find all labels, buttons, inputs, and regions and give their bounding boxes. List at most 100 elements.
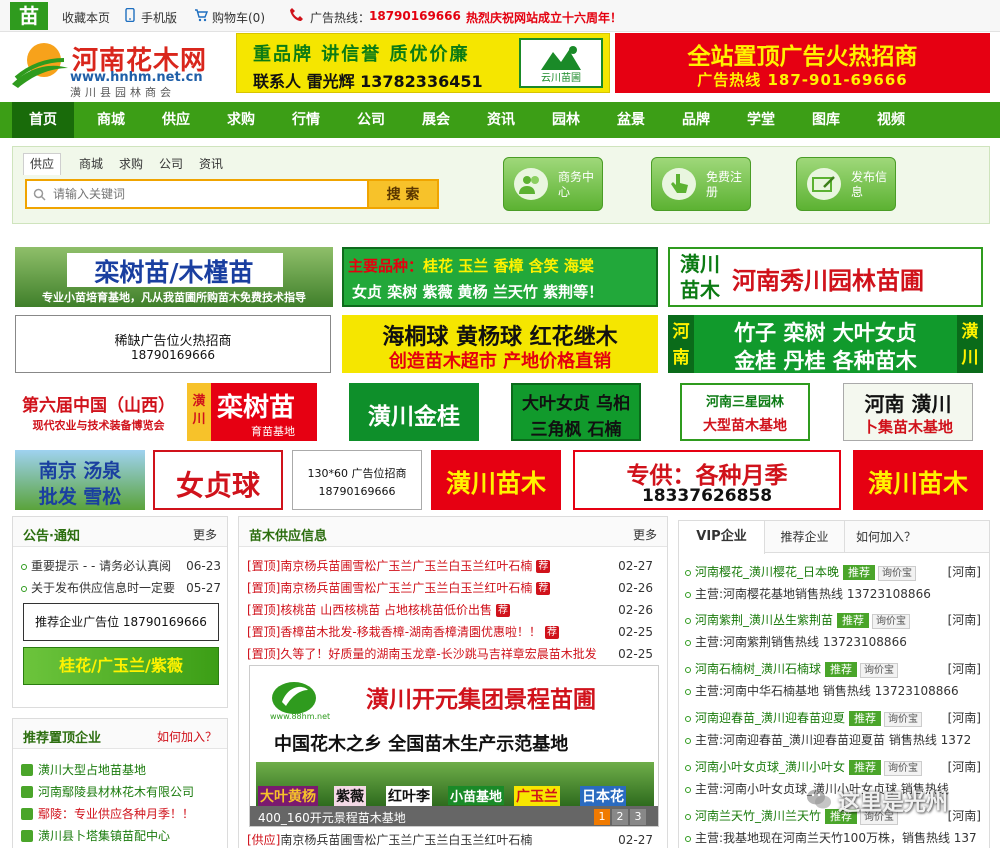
supply-more-link[interactable]: 更多: [633, 526, 657, 543]
nav-item-bonsai[interactable]: 盆景: [600, 102, 662, 138]
ad-huangchuan-miaomu-1[interactable]: 潢川苗木: [431, 450, 561, 510]
slide-label: 大叶黄杨: [258, 786, 318, 806]
nav-item-brand[interactable]: 品牌: [665, 102, 727, 138]
nav-item-home[interactable]: 首页: [12, 102, 74, 138]
search-button[interactable]: 搜 索: [367, 179, 439, 209]
list-item[interactable]: 潢川大型占地苗基地: [21, 759, 221, 781]
tab-how-join[interactable]: 如何加入？: [845, 521, 927, 553]
nav-item-company[interactable]: 公司: [340, 102, 402, 138]
list-item[interactable]: 河南鄢陵县材林花木有限公司: [21, 781, 221, 803]
join-link[interactable]: 如何加入？: [157, 728, 217, 745]
ad-slot-vacant[interactable]: 稀缺广告位火热招商 18790169666: [15, 315, 331, 373]
ad-luanshu-mujin[interactable]: 栾树苗/木槿苗 专业小苗培育基地，凡从我苗圃所购苗木免费技术指导: [15, 247, 333, 307]
nav-item-gallery[interactable]: 图库: [795, 102, 857, 138]
favorite-link[interactable]: 收藏本页: [62, 9, 110, 26]
ad-huangchuan-miaomu-2[interactable]: 潢川苗木: [853, 450, 983, 510]
ad-nanjing-tangquan[interactable]: 南京 汤泉 批发 雪松: [15, 450, 145, 510]
slide-page-1[interactable]: 1: [594, 809, 610, 825]
header-ad-yunchuan[interactable]: 重品牌 讲信誉 质优价廉 联系人 雷光辉 13782336451 云川苗圃: [236, 33, 610, 93]
nav-item-expo[interactable]: 展会: [405, 102, 467, 138]
table-row[interactable]: [置顶]南京杨兵苗圃雪松广玉兰广玉兰白玉兰红叶石楠荐 02-26: [247, 577, 661, 599]
ad-xiuchuan-nursery[interactable]: 潢川苗木 河南秀川园林苗圃: [668, 247, 983, 307]
inquiry-button[interactable]: 询价宝: [884, 761, 923, 776]
bullet-icon: [21, 585, 27, 592]
ad-buji-base[interactable]: 河南 潢川 卜集苗木基地: [843, 383, 973, 441]
list-item[interactable]: 河南紫荆_潢川丛生紫荆苗 推荐 询价宝 [河南]: [685, 609, 985, 631]
tab-vip[interactable]: VIP企业: [679, 521, 765, 554]
business-center-label: 商务中心: [558, 170, 595, 199]
list-item[interactable]: 重要提示 - - 请务必认真阅 06-23: [21, 555, 221, 577]
ad-line: 18790169666: [318, 485, 396, 498]
ad-luanshu-base[interactable]: 潢川 栾树苗 育苗基地: [187, 383, 317, 441]
cart-link[interactable]: 购物车(0): [212, 9, 265, 26]
inquiry-button[interactable]: 询价宝: [872, 614, 911, 629]
search-tab-company[interactable]: 公司: [159, 155, 183, 172]
top-companies-title: 推荐置顶企业: [23, 731, 102, 746]
brand-logo[interactable]: [10, 38, 70, 90]
publish-info-button[interactable]: 发布信息: [796, 157, 896, 211]
nav-item-mall[interactable]: 商城: [80, 102, 142, 138]
vip-region: [河南]: [947, 613, 981, 627]
business-center-button[interactable]: 商务中心: [503, 157, 603, 211]
slide-page-2[interactable]: 2: [612, 809, 628, 825]
list-item[interactable]: 河南樱花_潢川樱花_日本晚 推荐 询价宝 [河南]: [685, 561, 985, 583]
recommend-ad-box[interactable]: 推荐企业广告位 18790169666: [23, 603, 219, 641]
guihua-banner[interactable]: 桂花/广玉兰/紫薇: [23, 647, 219, 685]
search-tab-news[interactable]: 资讯: [199, 155, 223, 172]
table-row[interactable]: [供应]南京杨兵苗圃雪松广玉兰广玉兰白玉兰红叶石楠 02-27: [247, 829, 661, 848]
table-row[interactable]: [置顶]南京杨兵苗圃雪松广玉兰广玉兰白玉兰红叶石楠荐 02-27: [247, 555, 661, 577]
search-tab-mall[interactable]: 商城: [79, 155, 103, 172]
tab-recommend[interactable]: 推荐企业: [765, 521, 845, 553]
header-ad-top-placement[interactable]: 全站置顶广告火热招商 广告热线 187-901-69666: [615, 33, 990, 93]
recommend-button[interactable]: 推荐: [825, 662, 858, 677]
table-row[interactable]: [置顶]久等了！好质量的湖南玉龙章-长沙跳马吉祥章宏晨苗木批发 02-25: [247, 643, 661, 665]
nav-item-video[interactable]: 视频: [860, 102, 922, 138]
list-item[interactable]: 鄢陵：专业供应各种月季！！: [21, 803, 221, 825]
free-register-button[interactable]: 免费注册: [651, 157, 751, 211]
ad-yueji-supply[interactable]: 专供：各种月季 18337626858: [573, 450, 841, 510]
recommend-button[interactable]: 推荐: [843, 565, 876, 580]
search-input[interactable]: [25, 179, 367, 209]
inquiry-button[interactable]: 询价宝: [860, 663, 899, 678]
nav-item-garden[interactable]: 园林: [535, 102, 597, 138]
mobile-link[interactable]: 手机版: [141, 9, 177, 26]
ad-line: 女贞 栾树 紫薇 黄杨 兰天竹 紫荆等！: [352, 283, 604, 301]
ad-haitong-balls[interactable]: 海桐球 黄杨球 红花继木 创造苗木超市 产地价格直销: [342, 315, 658, 373]
list-item[interactable]: 河南迎春苗_潢川迎春苗迎夏 推荐 询价宝 [河南]: [685, 707, 985, 729]
table-row[interactable]: [置顶]香樟苗木批发-移栽香樟-湖南香樟清園优惠啦！！荐 02-25: [247, 621, 661, 643]
inquiry-button[interactable]: 询价宝: [878, 566, 917, 581]
recommend-button[interactable]: 推荐: [849, 760, 882, 775]
slide-page-3[interactable]: 3: [630, 809, 646, 825]
ad-title: 潢川苗木: [867, 469, 968, 498]
ad-main-varieties[interactable]: 主要品种：桂花 玉兰 香樟 含笑 海棠 女贞 栾树 紫薇 黄杨 兰天竹 紫荆等！: [342, 247, 658, 307]
ad-sanxing-garden[interactable]: 河南三星园林 大型苗木基地: [680, 383, 810, 441]
list-item[interactable]: 关于发布供应信息时一定要 05-27: [21, 577, 221, 599]
nav-item-news[interactable]: 资讯: [470, 102, 532, 138]
ad-line: 130*60 广告位招商: [307, 467, 407, 480]
ad-line: 河南 潢川: [864, 392, 952, 416]
notice-more-link[interactable]: 更多: [193, 526, 217, 543]
ad-nvzhen-ball[interactable]: 女贞球: [153, 450, 283, 510]
table-row[interactable]: [置顶]核桃苗 山西核桃苗 占地核桃苗低价出售荐 02-26: [247, 599, 661, 621]
nav-item-supply[interactable]: 供应: [145, 102, 207, 138]
recommend-button[interactable]: 推荐: [837, 613, 870, 628]
slideshow[interactable]: www.88hm.net 潢川开元集团景程苗圃 中国花木之乡 全国苗木生产示范基…: [249, 665, 659, 827]
ad-slot-130x60[interactable]: 130*60 广告位招商 18790169666: [292, 450, 422, 510]
list-item[interactable]: 潢川县卜塔集镇苗配中心: [21, 825, 221, 847]
inquiry-button[interactable]: 询价宝: [884, 712, 923, 727]
ad-shanxi-expo[interactable]: 第六届中国（山西） 现代农业与技术装备博览会: [15, 383, 182, 441]
ad-line: 联系人 雷光辉 13782336451: [253, 72, 483, 91]
search-tab-buy[interactable]: 求购: [119, 155, 143, 172]
recommend-button[interactable]: 推荐: [849, 711, 882, 726]
nav-item-buy[interactable]: 求购: [210, 102, 272, 138]
search-tab-supply[interactable]: 供应: [23, 153, 62, 175]
ad-title: 河南秀川园林苗圃: [732, 267, 924, 295]
ad-huangchuan-jingui[interactable]: 潢川金桂: [349, 383, 479, 441]
site-mini-logo[interactable]: 苗: [10, 2, 48, 30]
nav-item-school[interactable]: 学堂: [730, 102, 792, 138]
list-item[interactable]: 河南小叶女贞球_潢川小叶女 推荐 询价宝 [河南]: [685, 756, 985, 778]
ad-zhuzi-nursery[interactable]: 河南 潢川 竹子 栾树 大叶女贞 金桂 丹桂 各种苗木: [668, 315, 983, 373]
nav-item-market[interactable]: 行情: [275, 102, 337, 138]
ad-nvzhen-wujiu[interactable]: 大叶女贞 乌桕 三角枫 石楠: [511, 383, 641, 441]
list-item[interactable]: 河南石楠树_潢川石楠球 推荐 询价宝 [河南]: [685, 658, 985, 680]
